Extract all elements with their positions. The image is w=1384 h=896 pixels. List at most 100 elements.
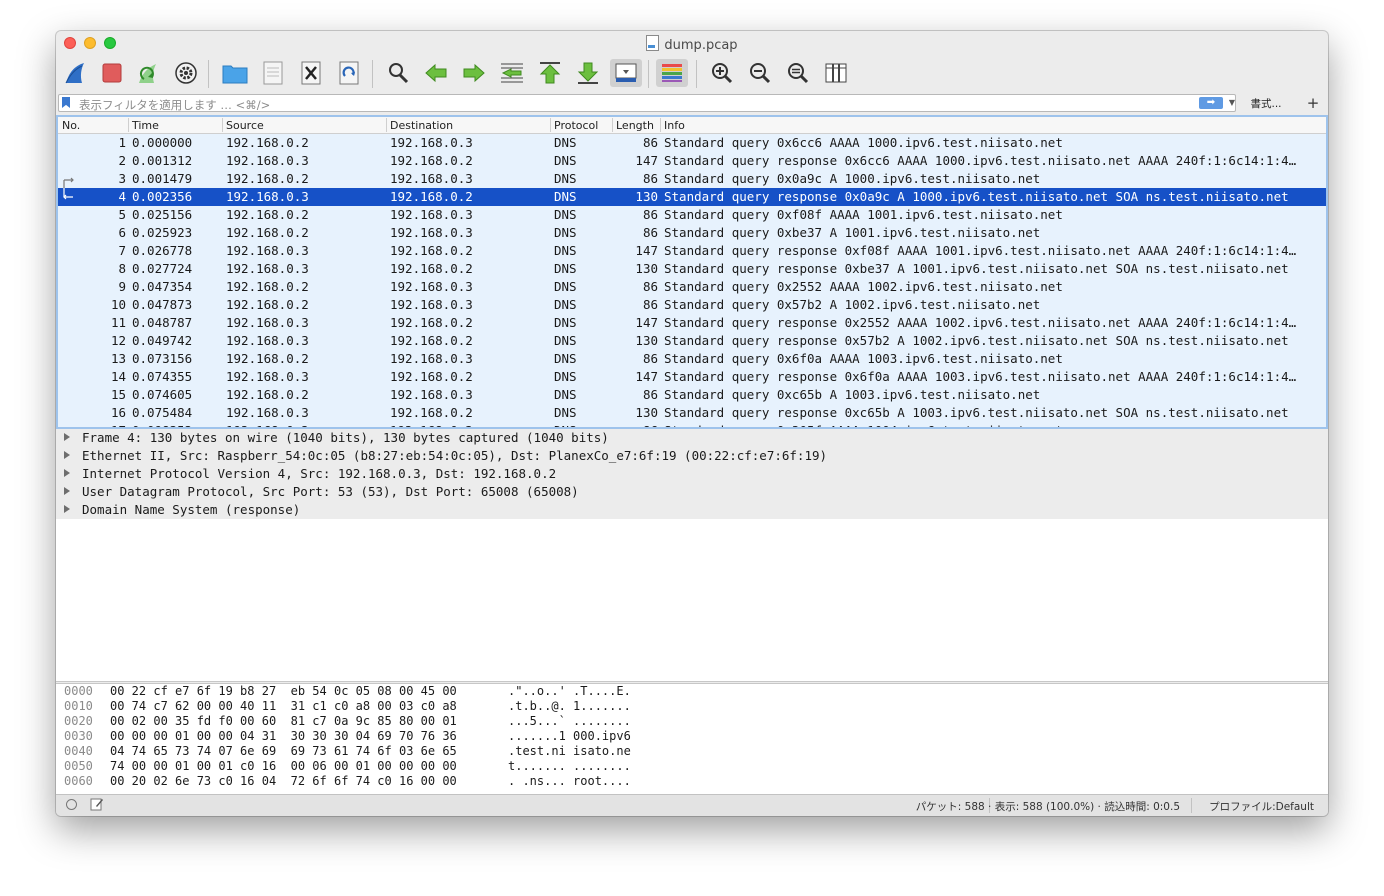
detail-ethernet[interactable]: Ethernet II, Src: Raspberr_54:0c:05 (b8:… [56,447,1328,465]
column-divider[interactable] [550,118,551,132]
column-divider[interactable] [660,118,661,132]
column-header-time[interactable]: Time [132,119,159,132]
table-row[interactable]: 11 0.048787 192.168.0.3 192.168.0.2 DNS 147 St… [58,314,1326,332]
column-divider[interactable] [128,118,129,132]
table-row[interactable]: 2 0.001312 192.168.0.3 192.168.0.2 DNS 147 Sta… [58,152,1326,170]
table-row[interactable]: 13 0.073156 192.168.0.2 192.168.0.3 DNS 86 Sta… [58,350,1326,368]
cell-info: Standard query 0x6f0a AAAA 1003.ipv6.tes… [664,351,1063,366]
hex-bytes[interactable]: 00 22 cf e7 6f 19 b8 27 eb 54 0c 05 08 0… [110,684,457,698]
table-row-selected[interactable]: 4 0.002356 192.168.0.3 192.168.0.2 DNS 130 Sta… [58,188,1326,206]
column-divider[interactable] [222,118,223,132]
cell-proto: DNS [554,261,577,276]
go-forward-icon[interactable] [460,59,488,87]
expression-button[interactable]: 書式... [1242,96,1290,111]
table-row[interactable]: 8 0.027724 192.168.0.3 192.168.0.2 DNS 130 Sta… [58,260,1326,278]
last-packet-icon[interactable] [574,59,602,87]
expand-triangle-icon[interactable] [64,433,70,441]
zoom-out-icon[interactable] [746,59,774,87]
packet-bytes[interactable]: 0000 00 22 cf e7 6f 19 b8 27 eb 54 0c 05 … [56,683,1328,794]
table-row[interactable]: 3 0.001479 192.168.0.2 192.168.0.3 DNS 86 Stan… [58,170,1326,188]
expert-info-icon[interactable] [66,799,77,810]
resize-columns-icon[interactable] [822,59,850,87]
cell-info: Standard query 0x57b2 A 1002.ipv6.test.n… [664,297,1041,312]
save-file-icon[interactable] [259,59,287,87]
hex-bytes[interactable]: 00 00 00 01 00 00 04 31 30 30 30 04 69 7… [110,729,457,743]
zoom-reset-icon[interactable] [784,59,812,87]
table-row[interactable]: 14 0.074355 192.168.0.3 192.168.0.2 DNS 147 St… [58,368,1326,386]
reload-file-icon[interactable] [335,59,363,87]
table-row[interactable]: 9 0.047354 192.168.0.2 192.168.0.3 DNS 86 Stan… [58,278,1326,296]
hex-ascii[interactable]: .......1 000.ipv6 [508,729,631,743]
column-header-no[interactable]: No. [62,119,80,132]
close-file-icon[interactable] [297,59,325,87]
hex-row: 0040 04 74 65 73 74 07 6e 69 69 73 61 74 … [56,744,1328,759]
hex-ascii[interactable]: t....... ........ [508,759,631,773]
cell-len: 86 [642,207,658,222]
go-back-icon[interactable] [422,59,450,87]
table-row[interactable]: 6 0.025923 192.168.0.2 192.168.0.3 DNS 86 Stan… [58,224,1326,242]
column-header-length[interactable]: Length [616,119,654,132]
column-header-info[interactable]: Info [664,119,685,132]
table-row[interactable]: 1 0.000000 192.168.0.2 192.168.0.3 DNS 86 Stan… [58,134,1326,152]
hex-bytes[interactable]: 74 00 00 01 00 01 c0 16 00 06 00 01 00 0… [110,759,457,773]
table-row[interactable]: 170.098352192.168.0.2192.168.0.3DNS86Sta… [58,422,1326,427]
profile-label[interactable]: プロファイル:Default [1209,799,1314,814]
colorize-icon[interactable] [656,59,688,87]
apply-filter-button[interactable]: ➡ [1199,97,1223,109]
table-row[interactable]: 7 0.026778 192.168.0.3 192.168.0.2 DNS 147 Sta… [58,242,1326,260]
capture-comment-icon[interactable] [90,797,104,811]
hex-bytes[interactable]: 00 20 02 6e 73 c0 16 04 72 6f 6f 74 c0 1… [110,774,457,788]
detail-dns[interactable]: Domain Name System (response) [56,501,1328,519]
expand-triangle-icon[interactable] [64,505,70,513]
table-row[interactable]: 10 0.047873 192.168.0.2 192.168.0.3 DNS 86 Sta… [58,296,1326,314]
hex-ascii[interactable]: . .ns... root.... [508,774,631,788]
add-filter-button[interactable]: + [1302,93,1324,113]
restart-capture-icon[interactable] [134,59,162,87]
expand-triangle-icon[interactable] [64,469,70,477]
hex-bytes[interactable]: 04 74 65 73 74 07 6e 69 69 73 61 74 6f 0… [110,744,457,758]
bookmark-icon[interactable] [62,97,70,108]
detail-frame[interactable]: Frame 4: 130 bytes on wire (1040 bits), … [56,429,1328,447]
capture-options-icon[interactable] [172,59,200,87]
shark-fin-start-icon[interactable] [62,59,90,87]
table-row[interactable]: 16 0.075484 192.168.0.3 192.168.0.2 DNS 130 St… [58,404,1326,422]
cell-time: 0.075484 [132,405,193,420]
cell-time: 0.027724 [132,261,193,276]
related-packet-icon [60,188,74,206]
cell-len: 86 [642,297,658,312]
hex-ascii[interactable]: ."..o..' .T....E. [508,684,631,698]
detail-udp[interactable]: User Datagram Protocol, Src Port: 53 (53… [56,483,1328,501]
hex-row: 0010 00 74 c7 62 00 00 40 11 31 c1 c0 a8 … [56,699,1328,714]
find-packet-icon[interactable] [384,59,412,87]
main-toolbar [56,54,1328,92]
cell-proto: DNS [554,315,577,330]
stop-capture-icon[interactable] [98,59,126,87]
hex-ascii[interactable]: .t.b..@. 1....... [508,699,631,713]
table-row[interactable]: 15 0.074605 192.168.0.2 192.168.0.3 DNS 86 Sta… [58,386,1326,404]
expand-triangle-icon[interactable] [64,487,70,495]
hex-ascii[interactable]: ...5...` ........ [508,714,631,728]
table-row[interactable]: 12 0.049742 192.168.0.3 192.168.0.2 DNS 130 St… [58,332,1326,350]
cell-dst: 192.168.0.3 [390,225,473,240]
go-to-packet-icon[interactable] [498,59,526,87]
hex-bytes[interactable]: 00 02 00 35 fd f0 00 60 81 c7 0a 9c 85 8… [110,714,457,728]
detail-ipv4[interactable]: Internet Protocol Version 4, Src: 192.16… [56,465,1328,483]
first-packet-icon[interactable] [536,59,564,87]
column-divider[interactable] [612,118,613,132]
expand-triangle-icon[interactable] [64,451,70,459]
column-header-destination[interactable]: Destination [390,119,453,132]
hex-bytes[interactable]: 00 74 c7 62 00 00 40 11 31 c1 c0 a8 00 0… [110,699,457,713]
cell-time: 0.001312 [132,153,193,168]
filter-history-dropdown[interactable]: ▼ [1227,97,1237,109]
hex-ascii[interactable]: .test.ni isato.ne [508,744,631,758]
column-divider[interactable] [386,118,387,132]
table-row[interactable]: 5 0.025156 192.168.0.2 192.168.0.3 DNS 86 Stan… [58,206,1326,224]
column-header-source[interactable]: Source [226,119,264,132]
packet-list[interactable]: No. Time Source Destination Protocol Len… [56,115,1328,429]
cell-info: Standard query 0x2552 AAAA 1002.ipv6.tes… [664,279,1063,294]
display-filter-input[interactable]: 表示フィルタを適用します … <⌘/> ➡ ▼ [58,94,1236,112]
column-header-protocol[interactable]: Protocol [554,119,598,132]
open-file-icon[interactable] [221,59,249,87]
autoscroll-icon[interactable] [610,59,642,87]
zoom-in-icon[interactable] [708,59,736,87]
